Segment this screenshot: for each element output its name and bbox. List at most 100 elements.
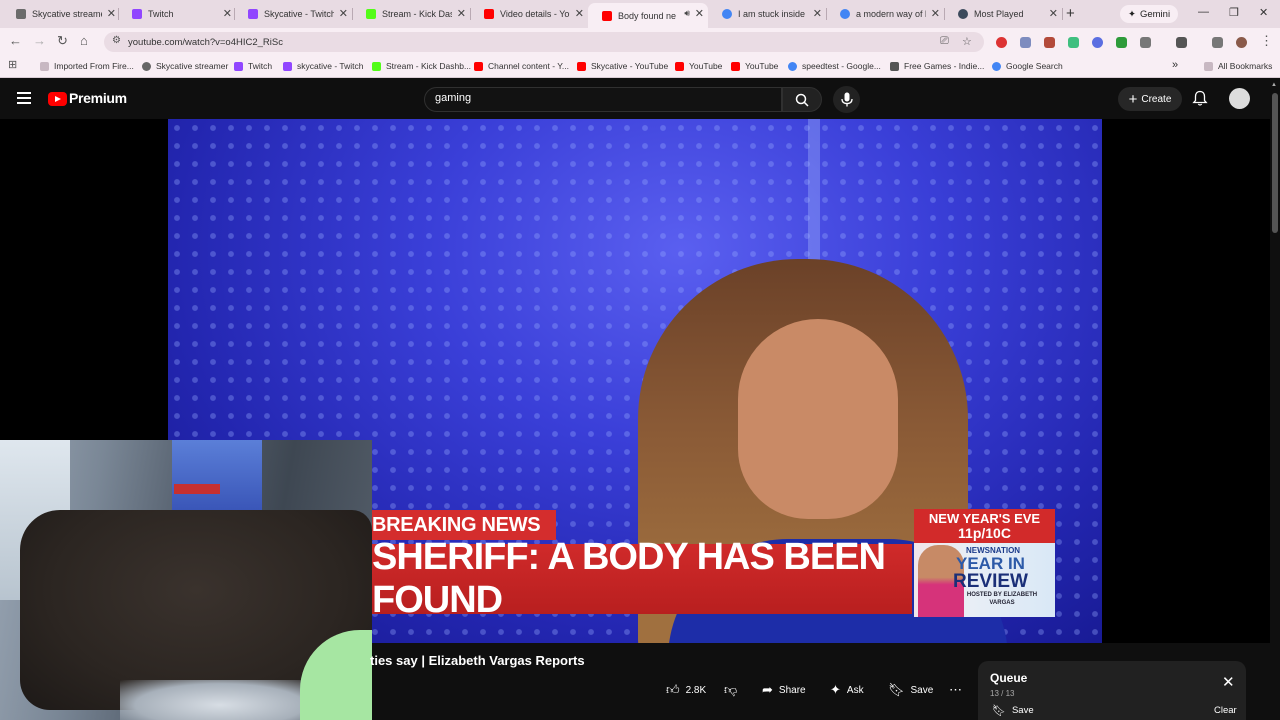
bookmark-star-icon[interactable]: ☆: [962, 35, 972, 48]
extension-icon[interactable]: [996, 37, 1007, 48]
speaker-icon[interactable]: 🔊︎: [684, 8, 690, 19]
tab-3[interactable]: Stream - Kick Dash ✕: [352, 3, 470, 25]
cast-icon[interactable]: ⎚: [940, 35, 949, 48]
bookmark-item[interactable]: Skycative - YouTube: [577, 61, 668, 71]
window-close-icon[interactable]: ✕: [1259, 6, 1268, 19]
twitch-icon: [248, 9, 258, 19]
account-avatar[interactable]: [1229, 88, 1250, 109]
bookmark-item[interactable]: Twitch: [234, 61, 272, 71]
close-icon[interactable]: ✕: [575, 7, 584, 20]
youtube-logo-icon[interactable]: [48, 92, 67, 106]
like-button[interactable]: 👍︎ 2.8K: [666, 679, 706, 701]
bookmark-item[interactable]: YouTube: [675, 61, 722, 71]
bookmark-item[interactable]: Stream - Kick Dashb...: [372, 61, 471, 71]
bookmark-icon: 🔖︎: [992, 705, 1006, 717]
globe-icon: [958, 9, 968, 19]
page-scrollbar[interactable]: ▲: [1270, 79, 1280, 720]
minimize-icon[interactable]: —: [1198, 6, 1209, 18]
browser-toolbar: ← → ↻ ⌂ ⚙ youtube.com/watch?v=o4HIC2_RiS…: [0, 28, 1280, 56]
restore-icon[interactable]: ❐: [1229, 6, 1239, 19]
download-icon[interactable]: [1116, 37, 1127, 48]
create-button[interactable]: + Create: [1118, 87, 1182, 111]
notifications-bell-icon[interactable]: [1192, 90, 1208, 107]
close-icon[interactable]: ✕: [223, 7, 232, 20]
tab-7[interactable]: a modern way of le ✕: [826, 3, 944, 25]
extension-icon[interactable]: [1068, 37, 1079, 48]
address-bar[interactable]: ⚙ youtube.com/watch?v=o4HIC2_RiSc ⎚ ☆: [104, 32, 984, 52]
tab-1[interactable]: Twitch ✕: [118, 3, 236, 25]
extension-icon[interactable]: [1020, 37, 1031, 48]
profile-avatar[interactable]: [1236, 37, 1247, 48]
close-icon[interactable]: ✕: [457, 7, 466, 20]
tab-5-active[interactable]: Body found ne 🔊︎ ✕: [588, 3, 708, 28]
close-icon[interactable]: ✕: [339, 7, 348, 20]
hamburger-menu-icon[interactable]: [17, 92, 31, 104]
bookmarks-overflow-icon[interactable]: »: [1172, 59, 1178, 71]
extension-icon[interactable]: [1092, 37, 1103, 48]
apps-grid-icon[interactable]: ⊞: [8, 58, 17, 71]
tab-title: Skycative streamer: [32, 9, 102, 19]
puzzle-icon[interactable]: [1140, 37, 1151, 48]
media-icon[interactable]: [1212, 37, 1223, 48]
search-box[interactable]: [424, 87, 782, 112]
queue-save-button[interactable]: 🔖︎ Save: [992, 704, 1034, 717]
bookmark-item[interactable]: speedtest - Google...: [788, 61, 881, 71]
bookmark-label: YouTube: [689, 61, 723, 71]
sparkle-icon: ✦: [1128, 8, 1136, 20]
tab-2[interactable]: Skycative - Twitch ✕: [234, 3, 352, 25]
queue-clear-button[interactable]: Clear: [1214, 705, 1237, 716]
promo-time: 11p/10C: [958, 525, 1011, 541]
all-bookmarks-button[interactable]: All Bookmarks: [1204, 61, 1272, 71]
close-icon[interactable]: ✕: [813, 7, 822, 20]
menu-dots-icon[interactable]: ⋮: [1260, 33, 1273, 49]
home-icon[interactable]: ⌂: [80, 33, 88, 48]
share-button[interactable]: ➦ Share: [762, 679, 806, 701]
save-button[interactable]: 🔖︎ Save: [888, 679, 933, 701]
bookmark-item[interactable]: Google Search: [992, 61, 1063, 71]
tab-4[interactable]: Video details - You ✕: [470, 3, 588, 25]
folder-icon: [1204, 61, 1213, 71]
close-icon[interactable]: ✕: [695, 7, 704, 20]
bookmark-item[interactable]: Imported From Fire...: [40, 61, 134, 71]
close-icon[interactable]: ✕: [1222, 673, 1235, 691]
premium-wordmark[interactable]: Premium: [69, 90, 127, 106]
youtube-icon: [675, 61, 684, 71]
scroll-up-arrow-icon[interactable]: ▲: [1271, 82, 1277, 88]
ask-button[interactable]: ✦ Ask: [830, 679, 864, 701]
reload-icon[interactable]: ↻: [57, 33, 68, 49]
forward-arrow-icon[interactable]: →: [33, 33, 46, 48]
sparkle-icon: ✦: [830, 682, 841, 697]
back-arrow-icon[interactable]: ←: [9, 33, 22, 48]
bookmark-item[interactable]: Channel content - Y...: [474, 61, 569, 71]
tab-8[interactable]: Most Played ✕: [944, 3, 1062, 25]
sidepanel-icon[interactable]: [1176, 37, 1187, 48]
extension-icon[interactable]: [1044, 37, 1055, 48]
bookmark-item[interactable]: YouTube: [731, 61, 778, 71]
tab-0[interactable]: Skycative streamer ✕: [2, 3, 120, 25]
new-tab-button[interactable]: +: [1066, 5, 1075, 22]
tab-separator: [1062, 8, 1063, 20]
search-input[interactable]: [435, 92, 765, 104]
tab-6[interactable]: I am stuck inside th ✕: [708, 3, 826, 25]
youtube-icon: [474, 61, 483, 71]
gemini-button[interactable]: ✦ Gemini: [1120, 5, 1179, 23]
site-info-icon[interactable]: ⚙: [112, 35, 121, 46]
tab-title: a modern way of le: [856, 9, 926, 19]
google-icon: [722, 9, 732, 19]
webcam-background-monitor: [172, 440, 262, 510]
bookmark-item[interactable]: skycative - Twitch: [283, 61, 363, 71]
close-icon[interactable]: ✕: [1049, 7, 1058, 20]
bookmark-label: Skycative streamer: [156, 61, 229, 71]
close-icon[interactable]: ✕: [931, 7, 940, 20]
voice-search-button[interactable]: [833, 86, 860, 113]
search-button[interactable]: [782, 87, 822, 112]
close-icon[interactable]: ✕: [107, 7, 116, 20]
more-dots-icon: ⋯: [949, 682, 962, 697]
scrollbar-thumb[interactable]: [1272, 93, 1278, 233]
more-actions-button[interactable]: ⋯: [949, 679, 962, 701]
dislike-button[interactable]: 👎︎: [724, 679, 743, 701]
headline-banner: SHERIFF: A BODY HAS BEEN FOUND: [372, 536, 912, 621]
bookmark-label: Stream - Kick Dashb...: [386, 61, 472, 71]
bookmark-item[interactable]: Skycative streamer: [142, 61, 228, 71]
bookmark-item[interactable]: Free Games - Indie...: [890, 61, 984, 71]
